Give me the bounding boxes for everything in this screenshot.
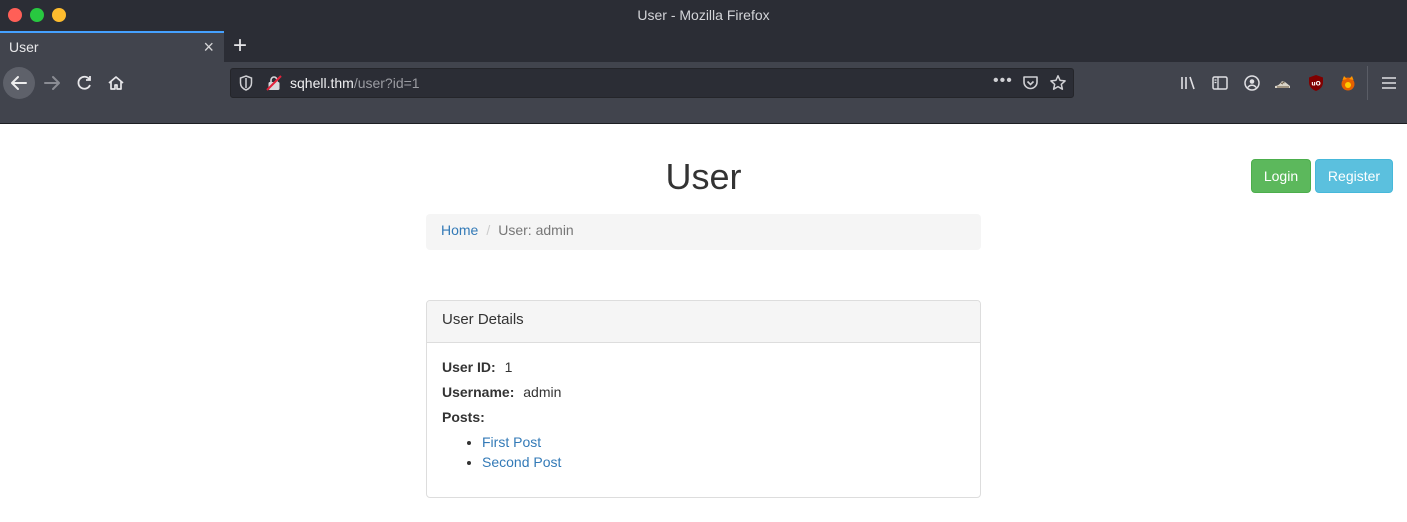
- reload-button[interactable]: [68, 67, 100, 99]
- breadcrumb-separator: /: [486, 222, 491, 238]
- bookmark-star-icon[interactable]: [1049, 74, 1067, 92]
- home-icon: [108, 76, 124, 90]
- posts-row: Posts:: [442, 407, 965, 432]
- insecure-lock-icon[interactable]: [266, 75, 282, 91]
- post-link-second[interactable]: Second Post: [482, 454, 561, 470]
- svg-text:uO: uO: [1311, 81, 1320, 88]
- tab-close-icon[interactable]: ×: [203, 37, 214, 58]
- reload-icon: [77, 75, 91, 90]
- posts-label: Posts:: [442, 409, 485, 425]
- hamburger-menu-icon[interactable]: [1380, 74, 1398, 92]
- home-button[interactable]: [100, 67, 132, 99]
- breadcrumb-current: User: admin: [498, 222, 574, 238]
- breadcrumb: Home / User: admin: [426, 214, 981, 250]
- user-details-panel: User Details User ID: 1 Username: admin …: [426, 300, 981, 498]
- user-id-value: 1: [504, 359, 513, 375]
- forward-arrow-icon: [44, 76, 60, 90]
- tab-label: User: [9, 39, 39, 55]
- library-icon[interactable]: [1179, 74, 1197, 92]
- posts-list: First Post Second Post: [482, 432, 965, 472]
- navigation-toolbar: sqhell.thm/user?id=1 ••• uO: [0, 62, 1407, 124]
- login-button[interactable]: Login: [1251, 159, 1311, 193]
- page-content: User Login Register Home / User: admin Use…: [0, 124, 1407, 522]
- list-item: Second Post: [482, 452, 965, 472]
- window-title: User - Mozilla Firefox: [637, 7, 770, 23]
- register-button[interactable]: Register: [1315, 159, 1393, 193]
- user-id-row: User ID: 1: [442, 357, 965, 382]
- new-tab-button[interactable]: +: [230, 32, 250, 60]
- post-link-first[interactable]: First Post: [482, 434, 541, 450]
- pocket-icon[interactable]: [1022, 75, 1039, 91]
- ublock-icon[interactable]: uO: [1307, 74, 1325, 92]
- panel-heading: User Details: [427, 301, 980, 343]
- url-bar[interactable]: sqhell.thm/user?id=1 •••: [230, 68, 1074, 98]
- sidebar-icon[interactable]: [1211, 74, 1229, 92]
- window-titlebar: User - Mozilla Firefox: [0, 0, 1407, 31]
- username-value: admin: [523, 384, 562, 400]
- toolbar-separator: [1367, 66, 1368, 100]
- breadcrumb-home-link[interactable]: Home: [441, 222, 478, 238]
- username-label: Username:: [442, 384, 515, 400]
- tab-bar: User × +: [0, 31, 1407, 62]
- tracking-shield-icon[interactable]: [239, 75, 253, 91]
- user-id-label: User ID:: [442, 359, 496, 375]
- page-title: User: [665, 156, 742, 197]
- back-button[interactable]: [3, 67, 35, 99]
- url-path: /user?id=1: [353, 75, 420, 91]
- url-host: sqhell.thm: [290, 75, 354, 91]
- back-arrow-icon: [11, 76, 27, 90]
- username-row: Username: admin: [442, 382, 965, 407]
- account-icon[interactable]: [1243, 74, 1261, 92]
- list-item: First Post: [482, 432, 965, 452]
- tab-user[interactable]: User ×: [0, 31, 224, 62]
- extension-shoe-icon[interactable]: [1274, 74, 1292, 92]
- forward-button[interactable]: [36, 67, 68, 99]
- url-text[interactable]: sqhell.thm/user?id=1: [290, 75, 420, 91]
- panel-body: User ID: 1 Username: admin Posts: First …: [427, 343, 980, 486]
- page-actions-menu-icon[interactable]: •••: [993, 72, 1013, 90]
- extension-fox-icon[interactable]: [1339, 74, 1357, 92]
